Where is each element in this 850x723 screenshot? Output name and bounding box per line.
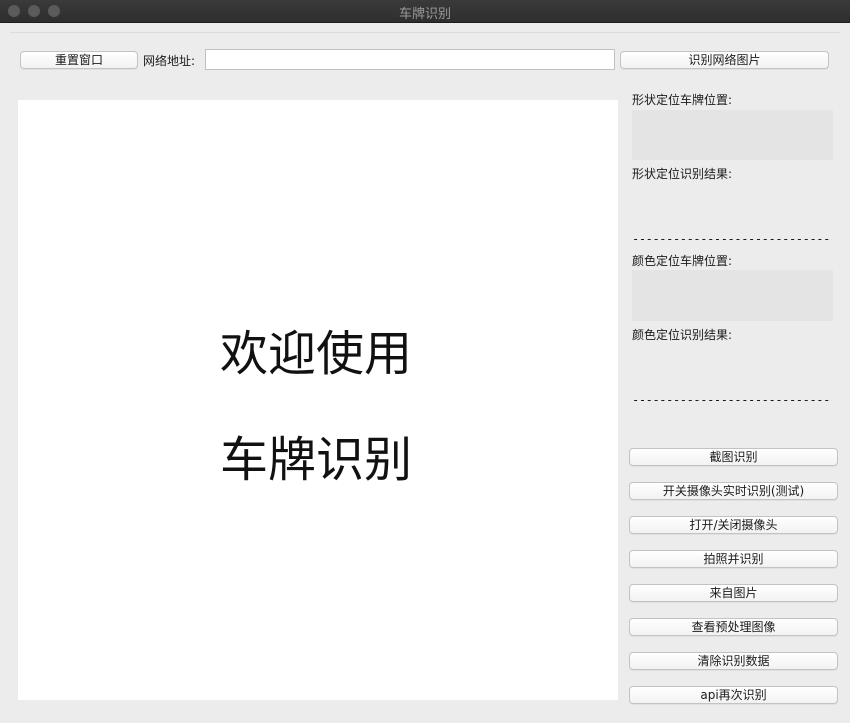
api-recognize-again-button[interactable]: api再次识别 — [629, 686, 838, 704]
color-result-label: 颜色定位识别结果: — [632, 328, 733, 342]
capture-recognize-button[interactable]: 拍照并识别 — [629, 550, 838, 568]
divider: --------------------------------- — [632, 232, 832, 246]
welcome-text-line2: 车牌识别 — [219, 432, 412, 488]
image-display-area: 欢迎使用 车牌识别 — [18, 100, 618, 700]
divider: --------------------------------- — [632, 393, 832, 407]
shape-result-label: 形状定位识别结果: — [632, 167, 733, 181]
recognize-url-image-button[interactable]: 识别网络图片 — [620, 51, 829, 69]
screenshot-recognize-button[interactable]: 截图识别 — [629, 448, 838, 466]
color-position-label: 颜色定位车牌位置: — [632, 254, 733, 268]
window-title: 车牌识别 — [398, 7, 451, 22]
view-preprocessed-button[interactable]: 查看预处理图像 — [629, 618, 838, 636]
open-close-camera-button[interactable]: 打开/关闭摄像头 — [629, 516, 838, 534]
title-bar: 车牌识别 — [0, 0, 850, 23]
color-plate-image — [632, 270, 833, 321]
shape-plate-image — [632, 110, 833, 160]
from-image-button[interactable]: 来自图片 — [629, 584, 838, 602]
clear-data-button[interactable]: 清除识别数据 — [629, 652, 838, 670]
shape-position-label: 形状定位车牌位置: — [632, 93, 733, 107]
url-label: 网络地址: — [143, 54, 196, 68]
url-input[interactable] — [205, 49, 615, 70]
welcome-text-line1: 欢迎使用 — [219, 326, 412, 382]
reset-window-button[interactable]: 重置窗口 — [20, 51, 138, 69]
toggle-camera-realtime-button[interactable]: 开关摄像头实时识别(测试) — [629, 482, 838, 500]
